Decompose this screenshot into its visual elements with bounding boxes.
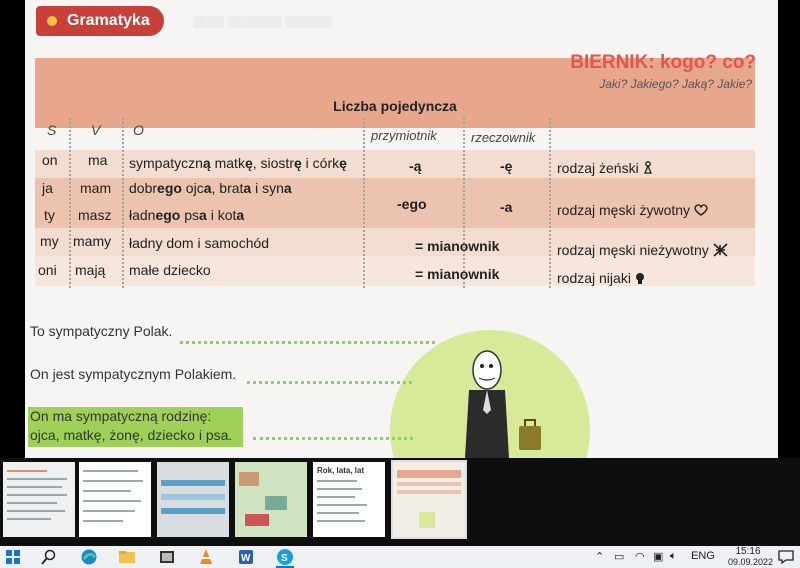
- crossed-tool-icon: [713, 243, 728, 257]
- cell-subject: oni: [38, 262, 57, 278]
- section-label: Gramatyka: [36, 6, 164, 36]
- window-thumbnails-bar: Rok, lata, lat: [0, 458, 800, 546]
- media-app-icon[interactable]: [158, 548, 176, 566]
- section-label-text: Gramatyka: [67, 12, 150, 29]
- cell-verb: mam: [80, 180, 112, 196]
- cell-subject: my: [40, 233, 59, 249]
- notifications-icon[interactable]: [777, 548, 795, 566]
- language-indicator[interactable]: ENG: [691, 550, 715, 562]
- female-icon: [643, 161, 652, 174]
- dotted-line: [247, 381, 412, 384]
- window-thumbnail[interactable]: [3, 462, 75, 537]
- example-sentence: To sympatyczny Polak.: [30, 323, 173, 339]
- svg-text:W: W: [241, 553, 251, 564]
- cell-gender: rodzaj nijaki: [557, 270, 645, 286]
- cell-noun-ending: -ę: [500, 158, 513, 174]
- clock[interactable]: 15:16 09.09.2022: [728, 546, 774, 568]
- col-header-v: V: [91, 122, 101, 138]
- cell-ending: = mianownik: [415, 238, 500, 254]
- cell-subject: on: [42, 152, 58, 168]
- skype-icon[interactable]: S: [276, 548, 294, 566]
- cell-gender: rodzaj męski żywotny: [557, 202, 708, 218]
- cell-adjective-ending: -ego: [397, 196, 427, 212]
- cell-adjective-ending: -ą: [409, 158, 422, 174]
- cell-gender: rodzaj żeński: [557, 160, 653, 176]
- lightbulb-icon: [635, 273, 644, 284]
- window-thumbnail[interactable]: [157, 462, 229, 537]
- vlc-icon[interactable]: [197, 548, 215, 566]
- cell-subject: ja: [42, 180, 53, 196]
- cell-subject: ty: [44, 207, 55, 223]
- dotted-line: [180, 341, 435, 344]
- windows-start-icon[interactable]: [4, 548, 22, 566]
- window-thumbnail[interactable]: Rok, lata, lat: [313, 462, 385, 537]
- cell-object: ładny dom i samochód: [129, 235, 270, 251]
- svg-text:S: S: [281, 553, 288, 564]
- man-figure-illustration: [465, 350, 541, 458]
- cell-gender: rodzaj męski nieżywotny: [557, 242, 728, 258]
- cell-object: ładnego psa i kota: [129, 207, 245, 223]
- clock-time: 15:16: [735, 546, 761, 557]
- wifi-icon[interactable]: ◠: [635, 550, 645, 563]
- search-icon[interactable]: [40, 548, 58, 566]
- dotted-line: [253, 437, 413, 440]
- window-thumbnail[interactable]: [235, 462, 307, 537]
- volume-icon[interactable]: 🔈︎: [670, 550, 677, 563]
- column-divider: [69, 118, 71, 288]
- col-header-adjective: przymiotnik: [371, 128, 437, 143]
- cell-ending: = mianownik: [415, 266, 500, 282]
- example-sentence: On jest sympatycznym Polakiem.: [30, 366, 237, 382]
- cell-noun-ending: -a: [500, 199, 513, 215]
- textbook-page-image: ▒▒▒▒ ▒▒▒▒▒▒▒ ▒▒▒▒▒▒ ▒▒▒▒▒▒▒▒▒ Gramatyka …: [25, 0, 778, 458]
- cell-verb: masz: [78, 207, 112, 223]
- cell-object: małe dziecko: [129, 262, 211, 278]
- edge-browser-icon[interactable]: [80, 548, 98, 566]
- page-subtitle: Jaki? Jakiego? Jaką? Jakie?: [599, 77, 752, 91]
- cell-verb: ma: [88, 152, 108, 168]
- clock-date: 09.09.2022: [728, 557, 774, 567]
- window-thumbnail[interactable]: [79, 462, 151, 537]
- col-header-noun: rzeczownik: [471, 130, 536, 145]
- table-caption: Liczba pojedyncza: [333, 98, 457, 114]
- col-header-o: O: [133, 122, 144, 138]
- col-header-s: S: [47, 122, 57, 138]
- battery-icon[interactable]: ▭: [614, 550, 624, 563]
- heart-icon: [694, 204, 708, 216]
- column-divider: [549, 118, 551, 288]
- cell-object: dobrego ojca, brata i syna: [129, 180, 292, 196]
- column-divider: [122, 118, 124, 288]
- column-divider: [463, 118, 465, 288]
- example-sentence: ojca, matkę, żonę, dziecko i psa.: [30, 427, 233, 443]
- page-title: BIERNIK: kogo? co?: [570, 52, 756, 73]
- cell-verb: mają: [75, 262, 106, 278]
- cell-verb: mamy: [73, 233, 112, 249]
- display-icon[interactable]: ▣: [653, 550, 663, 563]
- window-thumbnail-active[interactable]: [391, 460, 467, 539]
- column-divider: [363, 118, 365, 288]
- bleed-text: ▒▒▒▒ ▒▒▒▒▒▒▒ ▒▒▒▒▒▒: [193, 16, 332, 28]
- cell-object: sympatyczną matkę, siostrę i córkę: [129, 155, 347, 171]
- word-icon[interactable]: W: [237, 548, 255, 566]
- taskbar: W S ⌃ ▭ ◠ ▣ 🔈︎ ENG 15:16 09.09.2022: [0, 546, 800, 568]
- chevron-up-icon[interactable]: ⌃: [595, 550, 604, 563]
- file-explorer-icon[interactable]: [118, 548, 136, 566]
- example-sentence: On ma sympatyczną rodzinę:: [30, 408, 212, 424]
- bullet-icon: [47, 16, 57, 26]
